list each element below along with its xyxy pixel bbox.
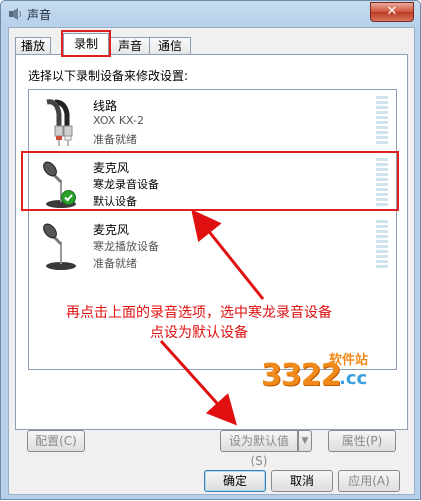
level-meter bbox=[376, 158, 388, 208]
annotation-line-2: 点设为默认设备 bbox=[150, 325, 248, 341]
ok-button[interactable]: 确定 bbox=[204, 470, 266, 492]
set-default-dropdown[interactable]: ▼ bbox=[298, 430, 312, 452]
level-meter bbox=[376, 220, 388, 270]
configure-button[interactable]: 配置(C) bbox=[27, 430, 85, 452]
device-item-microphone-playback[interactable]: 麦克风 寒龙播放设备 准备就绪 bbox=[29, 214, 396, 276]
cancel-button[interactable]: 取消 bbox=[271, 470, 333, 492]
line-in-cable-icon bbox=[46, 99, 73, 146]
device-name: 线路 bbox=[93, 99, 118, 113]
device-name: 麦克风 bbox=[93, 223, 130, 237]
title-bar[interactable]: 声音 ✕ bbox=[1, 1, 420, 27]
device-item-line-in[interactable]: 线路 XOX KX-2 准备就绪 bbox=[29, 90, 396, 152]
watermark-tag: 软件站 bbox=[329, 353, 369, 368]
instruction-text: 选择以下录制设备来修改设置: bbox=[28, 69, 189, 83]
close-button[interactable]: ✕ bbox=[370, 2, 414, 22]
device-model: XOX KX-2 bbox=[93, 114, 144, 127]
annotation-line-1: 再点击上面的录音选项，选中寒龙录音设备 bbox=[66, 305, 332, 321]
set-default-button[interactable]: 设为默认值(S) bbox=[220, 430, 298, 468]
tab-playback[interactable]: 播放 bbox=[15, 37, 51, 54]
tab-communications[interactable]: 通信 bbox=[149, 37, 191, 54]
device-model: 寒龙播放设备 bbox=[93, 240, 159, 253]
device-model: 寒龙录音设备 bbox=[93, 178, 159, 191]
device-name: 麦克风 bbox=[93, 161, 130, 175]
window-title: 声音 bbox=[27, 8, 52, 22]
device-status: 准备就绪 bbox=[93, 133, 137, 146]
chevron-down-icon: ▼ bbox=[301, 436, 309, 446]
device-status: 准备就绪 bbox=[93, 257, 137, 270]
watermark-suffix: .cc bbox=[339, 368, 368, 389]
default-check-icon bbox=[61, 190, 76, 205]
sound-dialog-window: 声音 ✕ 播放 录制 声音 通信 选择以下录制设备来修改设置: 线路 XOX K… bbox=[0, 0, 421, 500]
tab-sounds[interactable]: 声音 bbox=[110, 37, 150, 54]
apply-button[interactable]: 应用(A) bbox=[338, 470, 400, 492]
dialog-client-area: 播放 录制 声音 通信 选择以下录制设备来修改设置: 线路 XOX KX-2 准… bbox=[8, 27, 415, 495]
close-icon: ✕ bbox=[386, 4, 398, 19]
device-status: 默认设备 bbox=[93, 195, 137, 208]
speaker-icon bbox=[9, 8, 21, 20]
level-meter bbox=[376, 96, 388, 146]
tab-recording[interactable]: 录制 bbox=[63, 33, 109, 55]
device-item-microphone-recording[interactable]: 麦克风 寒龙录音设备 默认设备 bbox=[29, 152, 396, 214]
annotation-text: 再点击上面的录音选项，选中寒龙录音设备 点设为默认设备 bbox=[49, 303, 349, 343]
microphone-icon bbox=[43, 223, 76, 270]
properties-button[interactable]: 属性(P) bbox=[328, 430, 396, 452]
